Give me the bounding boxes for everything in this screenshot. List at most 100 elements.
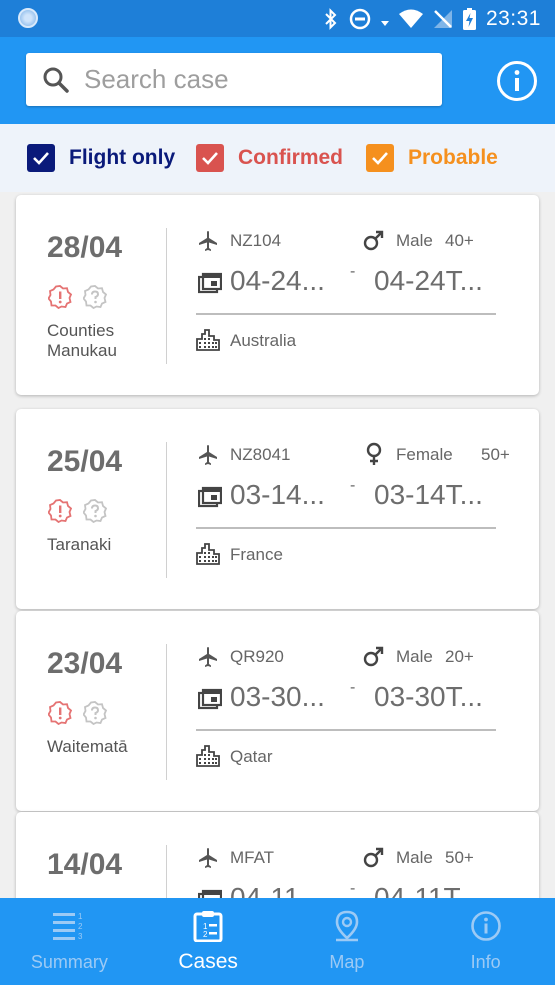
search-bar[interactable] xyxy=(26,53,442,106)
date-separator: - xyxy=(350,679,356,696)
age-group: 20+ xyxy=(445,647,474,666)
filter-label: Probable xyxy=(408,146,498,169)
country: Australia xyxy=(230,331,297,350)
calendar-icon xyxy=(198,688,222,710)
nav-label: Info xyxy=(470,952,501,972)
svg-text:3: 3 xyxy=(78,932,83,940)
case-region: Counties Manukau xyxy=(47,321,117,360)
filter-flight-only[interactable]: Flight only xyxy=(27,143,175,173)
calendar-icon xyxy=(198,889,222,898)
info-icon xyxy=(470,911,501,941)
confirmed-badge-icon xyxy=(48,285,72,309)
airplane-icon xyxy=(199,848,217,868)
travel-end: 04-11T... xyxy=(374,882,481,898)
calendar-icon xyxy=(198,272,222,294)
svg-text:2: 2 xyxy=(203,930,208,939)
city-icon xyxy=(196,329,220,351)
case-date: 23/04 xyxy=(47,647,123,680)
age-group: 50+ xyxy=(445,848,474,867)
case-region: Taranaki xyxy=(47,535,112,554)
info-icon[interactable] xyxy=(495,59,539,103)
gender: Male xyxy=(396,848,433,867)
probable-badge-icon xyxy=(83,701,107,725)
nav-label: Summary xyxy=(30,952,108,972)
filter-probable[interactable]: Probable xyxy=(366,143,498,173)
airplane-icon xyxy=(199,231,217,251)
case-date: 25/04 xyxy=(47,445,123,478)
case-date: 14/04 xyxy=(47,848,123,881)
nav-info[interactable]: Info xyxy=(416,898,555,985)
case-date: 28/04 xyxy=(47,231,123,264)
male-icon xyxy=(363,230,384,251)
case-card[interactable]: 28/04 Counties Manukau NZ104 Male 40+ 04… xyxy=(16,195,539,395)
female-icon xyxy=(366,442,382,465)
search-icon xyxy=(43,67,69,93)
nav-summary[interactable]: 123 Summary xyxy=(0,898,139,985)
checkbox-checked-icon[interactable] xyxy=(196,144,224,172)
case-region: Waitematā xyxy=(47,737,128,756)
filter-confirmed[interactable]: Confirmed xyxy=(196,143,343,173)
male-icon xyxy=(363,646,384,667)
city-icon xyxy=(196,745,220,767)
nav-cases[interactable]: 12 Cases xyxy=(139,898,278,985)
data-arrow-icon xyxy=(380,21,389,26)
flight-number: MFAT xyxy=(230,848,275,867)
divider xyxy=(196,729,496,731)
case-list[interactable]: 28/04 Counties Manukau NZ104 Male 40+ 04… xyxy=(0,192,555,898)
battery-charging-icon xyxy=(462,8,476,30)
travel-start: 04-11... xyxy=(230,882,323,898)
case-card[interactable]: 23/04 Waitematā QR920 Male 20+ 03-30... … xyxy=(16,611,539,811)
divider xyxy=(166,442,167,578)
confirmed-badge-icon xyxy=(48,701,72,725)
status-bar: 23:31 xyxy=(0,0,555,37)
calendar-icon xyxy=(198,486,222,508)
flight-number: NZ104 xyxy=(230,231,282,250)
age-group: 50+ xyxy=(481,445,510,464)
gender: Male xyxy=(396,231,433,250)
probable-badge-icon xyxy=(83,285,107,309)
case-card[interactable]: 14/04 MFAT Male 50+ 04-11... - 04-11T... xyxy=(16,812,539,898)
summary-list-icon: 123 xyxy=(53,912,83,940)
date-separator: - xyxy=(350,263,356,280)
wifi-icon xyxy=(398,9,423,28)
bluetooth-icon xyxy=(325,8,337,30)
filter-label: Confirmed xyxy=(238,146,343,169)
airplane-icon xyxy=(199,445,217,465)
gender: Male xyxy=(396,647,433,666)
do-not-disturb-icon xyxy=(349,8,371,30)
divider xyxy=(166,644,167,780)
case-card[interactable]: 25/04 Taranaki NZ8041 Female 50+ 03-14..… xyxy=(16,409,539,609)
date-separator: - xyxy=(350,477,356,494)
travel-end: 04-24T... xyxy=(374,265,483,296)
clock: 23:31 xyxy=(485,7,541,30)
no-signal-icon xyxy=(433,10,452,28)
divider xyxy=(166,228,167,364)
checkbox-checked-icon[interactable] xyxy=(366,144,394,172)
travel-start: 04-24... xyxy=(230,265,325,296)
gender: Female xyxy=(396,445,453,464)
bottom-navigation: 123 Summary 12 Cases Map Info xyxy=(0,898,555,985)
divider xyxy=(196,313,496,315)
divider xyxy=(196,527,496,529)
city-icon xyxy=(196,543,220,565)
divider xyxy=(166,845,167,898)
country: Qatar xyxy=(230,747,273,766)
male-icon xyxy=(363,847,384,868)
travel-end: 03-30T... xyxy=(374,681,483,712)
airplane-icon xyxy=(199,647,217,667)
travel-start: 03-14... xyxy=(230,479,325,510)
clipboard-icon: 12 xyxy=(193,911,223,942)
notification-icon xyxy=(18,8,38,28)
age-group: 40+ xyxy=(445,231,474,250)
map-pin-icon xyxy=(335,910,359,942)
checkbox-checked-icon[interactable] xyxy=(27,144,55,172)
confirmed-badge-icon xyxy=(48,499,72,523)
probable-badge-icon xyxy=(83,499,107,523)
search-input[interactable] xyxy=(84,61,424,98)
nav-map[interactable]: Map xyxy=(278,898,417,985)
filter-bar: Flight only Confirmed Probable xyxy=(0,124,555,192)
filter-label: Flight only xyxy=(69,146,176,169)
date-separator: - xyxy=(350,880,356,897)
svg-text:1: 1 xyxy=(78,912,83,921)
nav-label: Map xyxy=(329,952,365,972)
